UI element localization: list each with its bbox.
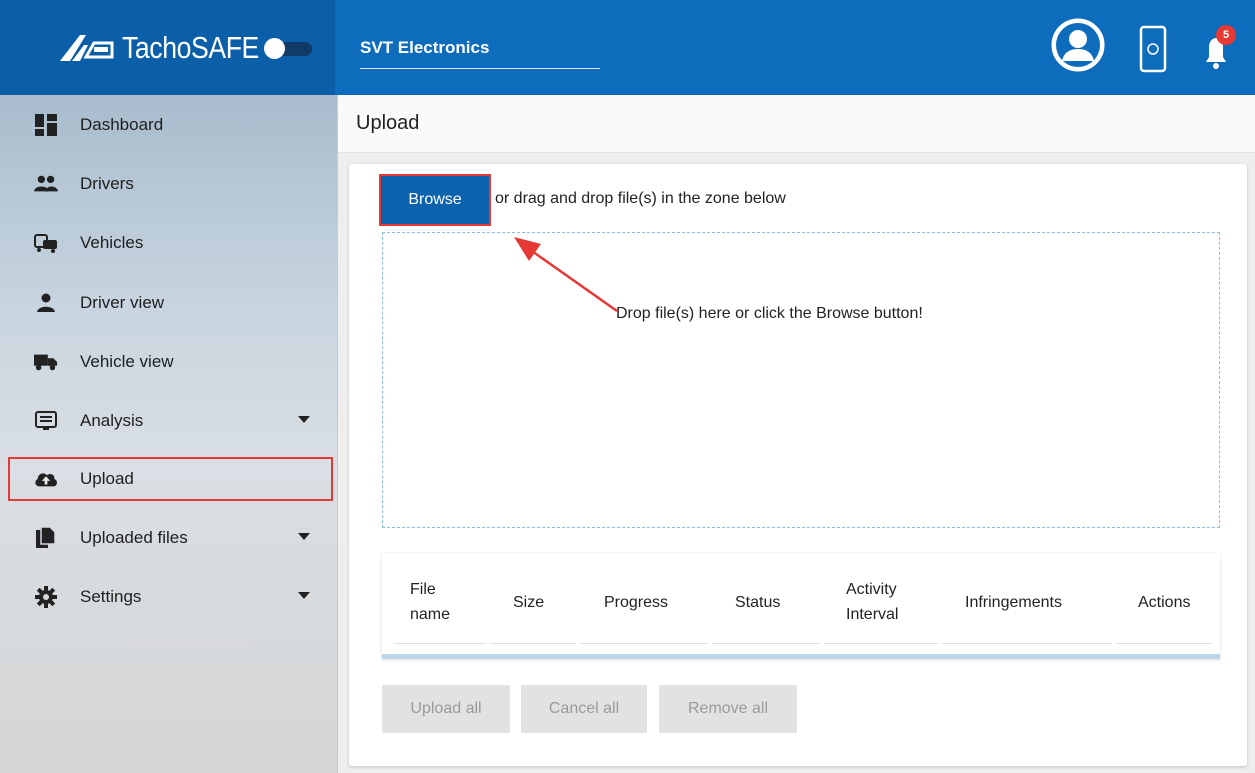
column-header: Infringements (965, 594, 1062, 611)
sidebar-item-upload[interactable]: Upload (8, 457, 333, 501)
sidebar-item-label: Settings (80, 587, 142, 606)
gear-icon (34, 585, 58, 609)
sidebar-item-dashboard[interactable]: Dashboard (0, 103, 338, 147)
column-header: Activity Interval (846, 581, 899, 623)
remove-all-button[interactable]: Remove all (659, 685, 797, 733)
tachosafe-logo-icon (60, 34, 114, 61)
chevron-down-icon (298, 533, 310, 540)
header-divider (824, 643, 938, 644)
dashboard-icon (34, 113, 58, 137)
company-selector[interactable]: SVT Electronics (360, 38, 600, 58)
chevron-down-icon (298, 592, 310, 599)
cloud-upload-icon (34, 467, 58, 491)
column-header: File name (410, 581, 451, 623)
sidebar-item-analysis[interactable]: Analysis (0, 399, 338, 443)
header-divider (394, 643, 486, 644)
page-title: Upload (356, 112, 420, 134)
sidebar-item-label: Driver view (80, 293, 165, 312)
driver-view-icon (34, 291, 58, 315)
sidebar-item-uploaded-files[interactable]: Uploaded files (0, 516, 338, 560)
column-header: Progress (604, 594, 669, 611)
page-title-bar: Upload (338, 95, 1255, 153)
sidebar-item-label: Vehicles (80, 233, 144, 252)
analysis-icon (34, 409, 58, 433)
sidebar-item-drivers[interactable]: Drivers (0, 162, 338, 206)
user-avatar-icon[interactable] (1050, 17, 1106, 73)
upload-table: File name Size Progress Status Activity In… (382, 553, 1220, 659)
sidebar-item-label: Analysis (80, 411, 144, 430)
toggle-knob (264, 38, 285, 59)
sidebar-item-label: Vehicle view (80, 352, 174, 371)
sidebar-item-label: Upload (80, 469, 134, 488)
upload-card: Browse or drag and drop file(s) in the z… (349, 164, 1247, 766)
header-divider (712, 643, 820, 644)
column-header: Actions (1138, 594, 1191, 611)
sidebar-item-driver-view[interactable]: Driver view (0, 281, 338, 325)
files-icon (34, 526, 58, 550)
main-content: Upload Browse or drag and drop file(s) i… (338, 95, 1255, 773)
notification-badge: 5 (1216, 25, 1236, 45)
sidebar-item-vehicle-view[interactable]: Vehicle view (0, 340, 338, 384)
upload-all-button[interactable]: Upload all (382, 685, 510, 733)
header-divider (490, 643, 576, 644)
sidebar-item-settings[interactable]: Settings (0, 575, 338, 619)
sidebar-item-vehicles[interactable]: Vehicles (0, 221, 338, 265)
chevron-down-icon (298, 416, 310, 423)
column-header: Size (513, 594, 545, 611)
truck-icon (34, 350, 58, 374)
drivers-icon (34, 172, 58, 196)
top-header: TachoSAFE SVT Electronics 5 (0, 0, 1255, 95)
annotation-arrow-icon (514, 237, 618, 313)
cancel-all-button[interactable]: Cancel all (521, 685, 647, 733)
company-underline (360, 68, 600, 69)
tablet-icon[interactable] (1138, 24, 1168, 74)
brand-name: TachoSAFE (122, 29, 259, 65)
sidebar-item-label: Uploaded files (80, 528, 188, 547)
table-footer-bar (382, 654, 1220, 659)
brand-logo[interactable]: TachoSAFE (58, 30, 281, 66)
header-divider (942, 643, 1112, 644)
sidebar: Dashboard Drivers Vehicles Driver view V… (0, 95, 338, 773)
header-divider (1116, 643, 1212, 644)
header-divider (580, 643, 708, 644)
sidebar-item-label: Drivers (80, 174, 134, 193)
column-header: Status (735, 594, 781, 611)
vehicles-icon (34, 231, 58, 255)
theme-toggle[interactable] (262, 38, 312, 59)
sidebar-item-label: Dashboard (80, 115, 164, 134)
